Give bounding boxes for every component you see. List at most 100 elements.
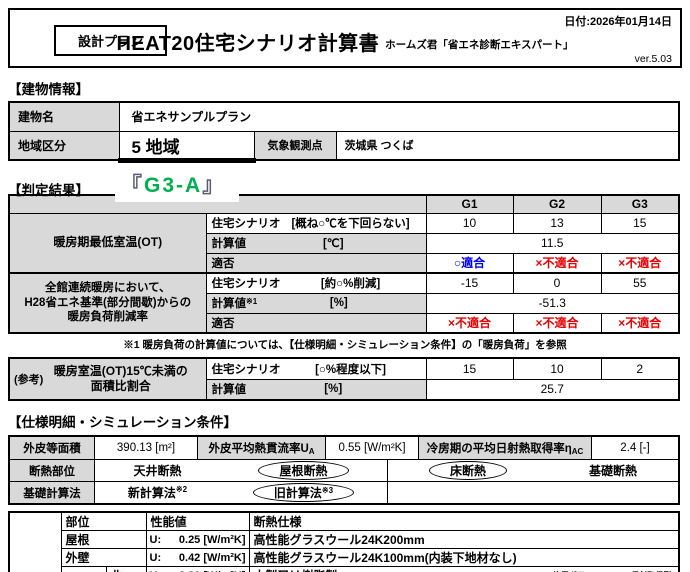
spec-text: 高性能グラスウール24K100mm(内装下地材なし) <box>253 551 517 565</box>
load-scenario-g2: 0 <box>512 272 602 294</box>
method-old-mark: ※3 <box>321 486 334 495</box>
part-roof-circled: 屋根断熱 <box>258 461 349 480</box>
table-row: 開口 北 U:2.33 [W/m²K] 木製又は樹脂製(η:0.46 ) Low… <box>9 566 680 572</box>
ua-label: 外皮平均熱貫流率U A <box>198 437 326 459</box>
part-ceiling: 天井断熱 <box>133 464 182 478</box>
u-value: 0.42 [W/m²K] <box>178 551 246 564</box>
grade-open-bracket: 『 <box>121 174 144 197</box>
load-judge-g2: ×不適合 <box>512 312 602 334</box>
calc-unit: [%] <box>324 383 343 396</box>
roof-u-value: U: 0.25 [W/m²K] <box>145 530 250 549</box>
judge-name: 適否 <box>211 317 235 330</box>
opening-group-cell: 開口 <box>60 566 107 572</box>
reference-table: (参考) 暖房室温(OT)15℃未満の 面積比割合 住宅シナリオ [○%程度以下]… <box>8 357 680 401</box>
report-version: ver.5.03 <box>634 53 672 65</box>
part-foundation: 基礎断熱 <box>588 464 637 478</box>
grade-close-bracket: 』 <box>202 174 226 197</box>
weather-station-label: 気象観測点 <box>253 130 337 161</box>
wall-u-value: U: 0.42 [W/m²K] <box>145 548 250 567</box>
judgment-table: G1 G2 G3 暖房期最低室温(OT) 住宅シナリオ [概ね○℃を下回らない] … <box>8 194 680 334</box>
ua-label-subscript: A <box>308 447 315 456</box>
grade-badge: 『G3-A』 <box>115 169 240 202</box>
eta-label-text: 冷房期の平均日射熱取得率η <box>426 443 572 455</box>
judgment-section-title: 【判定結果】 <box>8 183 89 198</box>
scenario-condition: [○%程度以下] <box>315 363 386 376</box>
u-label: U: <box>149 533 162 546</box>
part-floor-circled: 床断熱 <box>428 461 507 480</box>
wall-spec: 高性能グラスウール24K100mm(内装下地材なし) <box>248 548 680 567</box>
reference-scenario-g3: 2 <box>600 357 680 380</box>
spec-text: 木製又は樹脂製 <box>254 568 338 572</box>
foundation-method-label: 基礎計算法 <box>10 482 95 503</box>
spec-table: 外皮等面積 390.13 [m²] 外皮平均熱貫流率U A 0.55 [W/m²K… <box>8 435 680 505</box>
method-old-text: 旧計算法 <box>273 486 322 500</box>
col-header-performance: 性能値 <box>145 511 250 531</box>
load-judge-label: 適否 <box>205 312 427 334</box>
report-page: 日付:2026年01月14日 設計プラン HEAT20住宅シナリオ計算書 ホーム… <box>0 0 690 572</box>
heating-judge-g2: ×不適合 <box>512 252 602 274</box>
ua-value: 0.55 [W/m²K] <box>326 437 419 459</box>
ua-label-text: 外皮平均熱貫流率U <box>208 443 309 455</box>
heating-scenario-label: 住宅シナリオ [概ね○℃を下回らない] <box>205 212 427 234</box>
report-header: 日付:2026年01月14日 設計プラン HEAT20住宅シナリオ計算書 ホーム… <box>8 8 682 68</box>
table-row: 外皮等面積 390.13 [m²] 外皮平均熱貫流率U A 0.55 [W/m²K… <box>10 437 678 459</box>
report-title: HEAT20住宅シナリオ計算書 <box>116 33 380 55</box>
method-new: 新計算法※2 <box>128 484 187 501</box>
building-name-label: 建物名 <box>8 101 120 132</box>
heating-ot-label: 暖房期最低室温(OT) <box>8 212 207 274</box>
u-value: 0.25 [W/m²K] <box>178 533 246 546</box>
spec-text: 高性能グラスウール24K200mm <box>253 533 425 547</box>
materials-group-column <box>8 511 62 572</box>
reference-scenario-label: 住宅シナリオ [○%程度以下] <box>205 357 427 380</box>
weather-station-value: 茨城県 つくば <box>335 130 680 161</box>
foundation-method-empty <box>388 482 678 503</box>
scenario-condition: [概ね○℃を下回らない] <box>291 218 410 230</box>
insulation-parts-label: 断熱部位 <box>10 460 95 481</box>
load-scenario-g1: -15 <box>425 272 514 294</box>
reference-calc-label: 計算値 [%] <box>205 378 427 401</box>
load-calc-label: 計算値 ※1 [%] <box>205 292 427 314</box>
scenario-condition: [約○%削減] <box>320 278 381 291</box>
building-name-value: 省エネサンプルプラン <box>118 101 680 132</box>
calc-unit: [%] <box>329 297 348 309</box>
scenario-name: 住宅シナリオ <box>211 278 281 291</box>
heating-scenario-g2: 13 <box>512 212 602 234</box>
table-row: 建物名 省エネサンプルプラン <box>8 101 680 132</box>
method-new-text: 新計算法 <box>127 486 176 500</box>
report-subtitle: ホームズ君「省エネ診断エキスパート」 <box>385 39 574 51</box>
reference-scenario-g1: 15 <box>425 357 514 380</box>
col-header-spec: 断熱仕様 <box>248 511 680 531</box>
north-u-value: U:2.33 [W/m²K] <box>145 566 250 572</box>
heating-judge-g3: ×不適合 <box>600 252 680 274</box>
region-label: 地域区分 <box>8 130 120 161</box>
load-calc-value: -51.3 <box>425 292 680 314</box>
heating-judge-g1: ○適合 <box>425 252 514 274</box>
table-row: 基礎計算法 新計算法※2 旧計算法 ※3 <box>10 481 678 503</box>
eta-label: 冷房期の平均日射熱取得率η AC <box>419 437 592 459</box>
u-label: U: <box>149 551 162 564</box>
envelope-area-label: 外皮等面積 <box>10 437 95 459</box>
judgment-footnote: ※1 暖房負荷の計算値については、【仕様明細・シミュレーション条件】の「暖房負荷… <box>123 339 567 351</box>
calc-name: 計算値 <box>211 238 247 250</box>
spec-section-title: 【仕様明細・シミュレーション条件】 <box>8 415 237 430</box>
building-info-table: 建物名 省エネサンプルプラン 地域区分 5 地域 気象観測点 茨城県 つくば <box>8 101 680 161</box>
table-row: 外壁 U: 0.42 [W/m²K] 高性能グラスウール24K100mm(内装下地… <box>9 548 680 567</box>
reference-label-cell: (参考) 暖房室温(OT)15℃未満の 面積比割合 <box>8 357 207 401</box>
table-row: 地域区分 5 地域 気象観測点 茨城県 つくば <box>8 130 680 161</box>
heating-calc-value: 11.5 <box>425 232 680 254</box>
materials-table: 部位 性能値 断熱仕様 屋根 U: 0.25 [W/m²K] 高性能グラスウール2… <box>8 511 680 572</box>
load-judge-g1: ×不適合 <box>425 312 514 334</box>
direction-north-label: 北 <box>105 566 147 572</box>
scenario-name: 住宅シナリオ <box>211 363 281 376</box>
part-floor: 床断熱 <box>449 464 486 478</box>
insulation-parts-right: 床断熱 基礎断熱 <box>388 460 678 481</box>
eta-value: 2.4 [-] <box>620 442 650 454</box>
calc-name: 計算値 <box>211 298 247 310</box>
table-row: 暖房期最低室温(OT) 住宅シナリオ [概ね○℃を下回らない] 10 13 15 <box>8 212 680 274</box>
roof-spec: 高性能グラスウール24K200mm <box>248 530 680 549</box>
region-underline-mark <box>118 158 256 163</box>
calc-name: 計算値 <box>211 384 247 397</box>
part-wall-row-label: 外壁 <box>60 548 147 567</box>
reference-tag: (参考) <box>14 374 44 386</box>
col-header-part: 部位 <box>60 511 147 531</box>
